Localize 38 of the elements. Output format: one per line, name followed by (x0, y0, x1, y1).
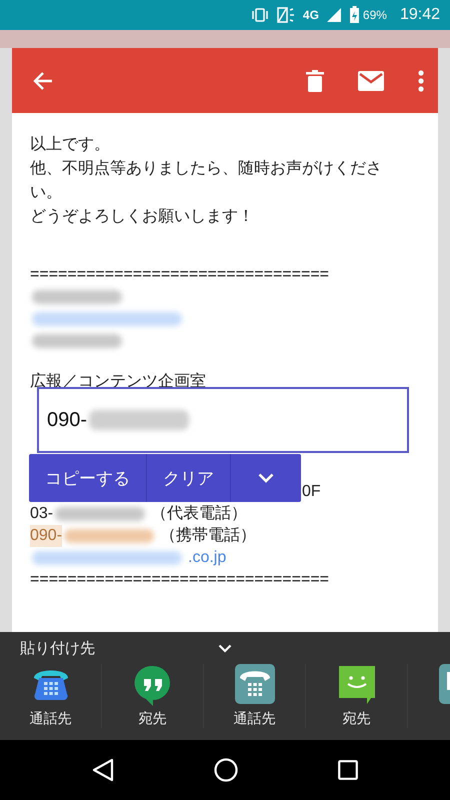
smiley-bubble-icon[interactable] (336, 664, 376, 706)
selection-field[interactable]: 090- (37, 387, 409, 453)
chevron-down-icon[interactable] (218, 644, 232, 652)
message-text: （代表電話） (151, 504, 248, 524)
network-label: 4G (302, 8, 319, 22)
message-text: （携帯電話） (160, 526, 256, 546)
more-options-icon[interactable] (418, 70, 424, 92)
mail-icon[interactable] (358, 70, 384, 90)
message-text: 03- (30, 504, 54, 524)
signal-icon (326, 7, 342, 23)
sheet-title: 貼り付け先 (20, 638, 96, 658)
recents-icon[interactable] (338, 760, 358, 780)
screen-rotation-icon (276, 6, 296, 24)
message-text: ================================ (30, 570, 329, 590)
action-button[interactable]: コピーする (29, 454, 146, 502)
message-text: どうぞよろしくお願いします！ (30, 207, 254, 227)
home-icon[interactable] (214, 758, 238, 782)
app-label[interactable]: 通話先 (234, 710, 276, 728)
message-text: 0F (302, 482, 321, 502)
app-label[interactable]: 通話先 (30, 710, 72, 728)
message-text: ================================ (30, 265, 329, 285)
battery-level: 69% (362, 8, 387, 22)
email-link[interactable]: .co.jp (188, 547, 226, 569)
app-label[interactable]: 宛先 (342, 710, 370, 728)
trash-icon[interactable] (306, 70, 324, 92)
chevron-down-icon[interactable] (258, 473, 274, 483)
app-label[interactable]: 宛先 (138, 710, 166, 728)
vibration-icon (250, 6, 269, 24)
telephone-icon[interactable] (234, 664, 274, 706)
action-button[interactable]: クリア (146, 454, 230, 502)
back-arrow-icon[interactable] (32, 70, 54, 92)
message-text: 他、不明点等ありましたら、随時お声がけくださ (30, 158, 382, 179)
message-text: い。 (30, 183, 62, 203)
quote-bubble-icon[interactable] (132, 664, 172, 706)
clock: 19:42 (400, 6, 440, 24)
back-icon[interactable] (92, 758, 114, 782)
message-text: 以上です。 (30, 134, 110, 155)
battery-charging-icon (348, 6, 360, 24)
